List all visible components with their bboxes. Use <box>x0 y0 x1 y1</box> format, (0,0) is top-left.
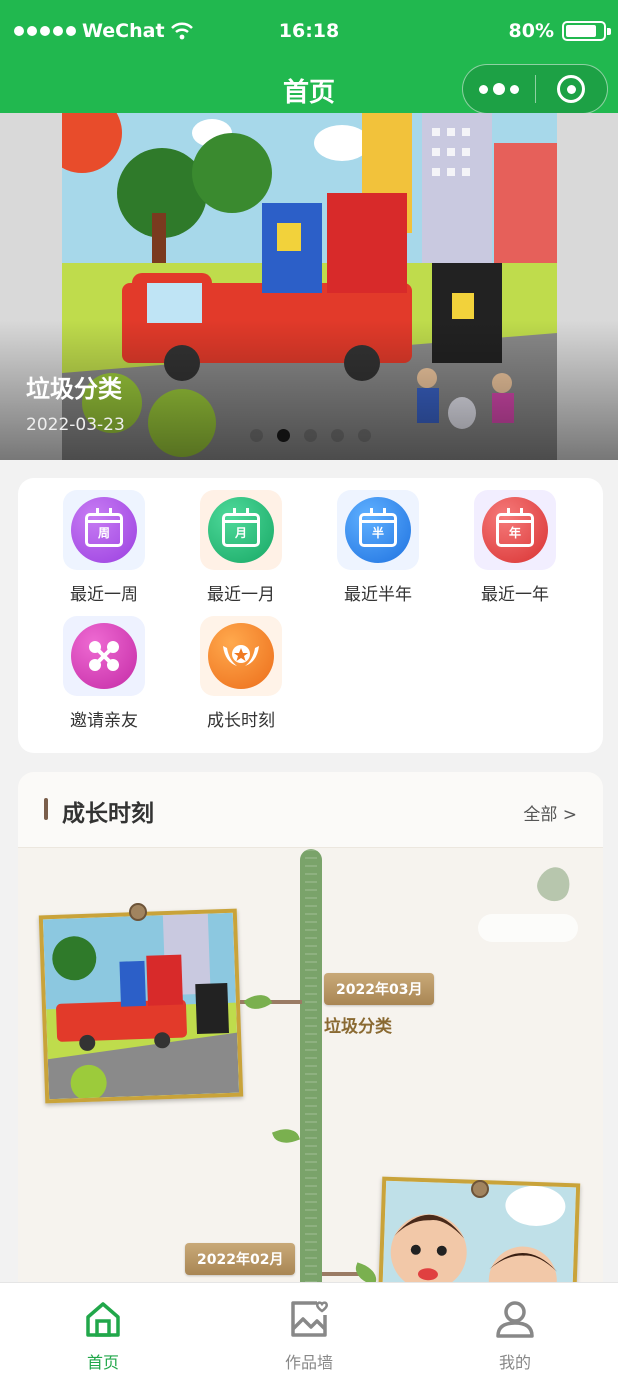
calendar-year-icon: 年 <box>496 508 534 547</box>
more-icon[interactable] <box>463 83 535 95</box>
carousel-dot[interactable] <box>358 429 371 442</box>
header: WeChat 16:18 80% 首页 <box>0 0 618 114</box>
tab-mine[interactable]: 我的 <box>412 1283 618 1376</box>
banner-carousel[interactable]: 垃圾分类 2022-03-23 <box>0 113 618 460</box>
photo-pin <box>129 903 147 921</box>
menu-item-halfyear[interactable]: 半 最近半年 <box>318 490 438 605</box>
menu-item-month[interactable]: 月 最近一月 <box>181 490 301 605</box>
growth-header: 成长时刻 全部 > <box>18 772 603 848</box>
menu-tile <box>63 616 145 696</box>
gallery-icon <box>291 1301 328 1337</box>
timeline-photo[interactable] <box>38 908 244 1104</box>
menu-tile: 月 <box>200 490 282 570</box>
calendar-week-icon: 周 <box>85 508 123 547</box>
growth-section: 成长时刻 全部 > 2022年03月 垃圾分类 2022年02月 <box>18 772 603 1292</box>
mini-program-capsule <box>462 64 608 114</box>
battery-icon <box>562 21 611 41</box>
menu-item-week[interactable]: 周 最近一周 <box>44 490 164 605</box>
tab-home[interactable]: 首页 <box>0 1283 206 1376</box>
menu-label: 最近一年 <box>481 585 549 605</box>
carousel-dot[interactable] <box>331 429 344 442</box>
timeline-date-tag: 2022年03月 <box>324 973 435 1005</box>
banner-title: 垃圾分类 <box>26 375 122 403</box>
home-icon <box>86 1302 120 1337</box>
menu-label: 成长时刻 <box>207 711 275 731</box>
menu-item-growth[interactable]: 成长时刻 <box>181 616 301 731</box>
menu-tile <box>200 616 282 696</box>
menu-tile: 半 <box>337 490 419 570</box>
menu-label: 最近一月 <box>207 585 275 605</box>
menu-tile: 年 <box>474 490 556 570</box>
tab-label: 我的 <box>498 1353 531 1372</box>
carousel-dot[interactable] <box>277 429 290 442</box>
calendar-halfyear-icon: 半 <box>359 508 397 547</box>
view-all-link[interactable]: 全部 > <box>523 800 577 825</box>
menu-label: 邀请亲友 <box>70 711 138 731</box>
tab-gallery[interactable]: 作品墙 <box>206 1283 412 1376</box>
carousel-indicators[interactable] <box>250 429 371 442</box>
tab-label: 作品墙 <box>284 1353 333 1372</box>
share-icon <box>89 641 119 671</box>
battery-percent: 80% <box>508 20 554 42</box>
decoration-cloud <box>478 914 578 942</box>
banner-date: 2022-03-23 <box>26 415 125 435</box>
status-bar: WeChat 16:18 80% <box>0 18 618 50</box>
tab-bar: 首页 作品墙 我的 <box>0 1282 618 1376</box>
menu-label: 最近一周 <box>70 585 138 605</box>
timeline-photo-image <box>42 912 240 1101</box>
menu-label: 最近半年 <box>344 585 412 605</box>
decoration-drop <box>533 862 575 906</box>
menu-tile: 周 <box>63 490 145 570</box>
photo-pin <box>471 1180 489 1198</box>
timeline-stem <box>300 849 322 1292</box>
quick-menu-card: 周 最近一周 月 最近一月 半 最近半年 年 最近一年 邀请亲友 成长时刻 <box>18 478 603 753</box>
timeline-item-title[interactable]: 垃圾分类 <box>324 1012 392 1037</box>
medal-icon <box>223 645 259 666</box>
calendar-month-icon: 月 <box>222 508 260 547</box>
decoration-leaf <box>271 1124 301 1148</box>
carousel-dot[interactable] <box>304 429 317 442</box>
menu-item-year[interactable]: 年 最近一年 <box>455 490 575 605</box>
close-miniprogram-icon[interactable] <box>536 75 608 103</box>
decoration-leaf <box>243 989 273 1015</box>
user-icon <box>496 1301 534 1338</box>
tab-label: 首页 <box>86 1353 119 1372</box>
timeline-date-tag: 2022年02月 <box>185 1243 296 1275</box>
carousel-dot[interactable] <box>250 429 263 442</box>
menu-item-invite[interactable]: 邀请亲友 <box>44 616 164 731</box>
section-title: 成长时刻 <box>62 801 154 827</box>
